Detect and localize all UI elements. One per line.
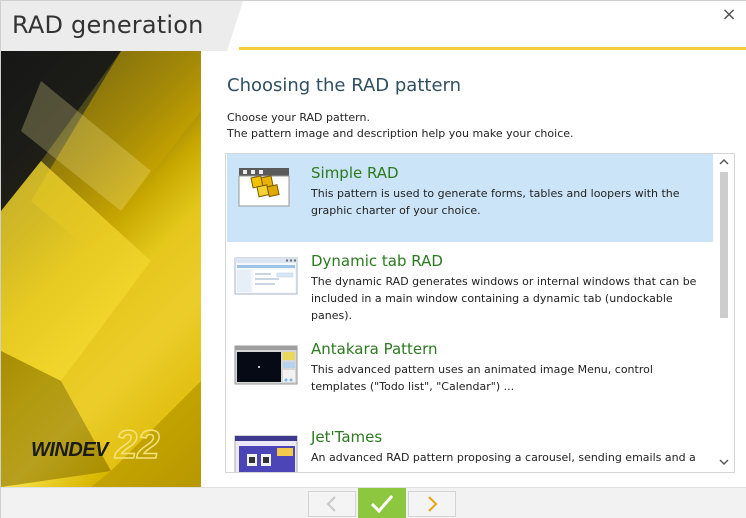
pattern-name: Jet'Tames [311, 428, 383, 446]
list-item-jettames[interactable]: Jet'Tames An advanced RAD pattern propos… [227, 418, 713, 472]
simple-rad-icon [238, 168, 290, 207]
next-button[interactable] [408, 491, 456, 517]
pattern-name: Antakara Pattern [311, 340, 438, 358]
pattern-name: Simple RAD [311, 164, 399, 182]
chevron-up-icon[interactable] [718, 156, 730, 168]
previous-button[interactable] [308, 491, 356, 517]
checkmark-icon [370, 495, 394, 514]
pattern-name: Dynamic tab RAD [311, 252, 443, 270]
title-accent-line [239, 47, 746, 50]
list-item-dynamic-tab-rad[interactable]: Dynamic tab RAD The dynamic RAD generate… [227, 242, 713, 330]
page-description-line2: The pattern image and description help y… [227, 127, 574, 140]
windev-banner: WINDEV 22 [1, 51, 201, 487]
pattern-list[interactable]: Simple RAD This pattern is used to gener… [225, 153, 735, 473]
validate-button[interactable] [358, 488, 406, 518]
list-scrollbar[interactable] [714, 154, 734, 472]
content-panel: Choosing the RAD pattern Choose your RAD… [201, 51, 746, 487]
list-item-antakara-pattern[interactable]: Antakara Pattern This advanced pattern u… [227, 330, 713, 418]
dynamic-tab-rad-icon [234, 257, 298, 295]
logo-version: 22 [114, 422, 160, 468]
pattern-description: This pattern is used to generate forms, … [311, 187, 680, 217]
window-title: RAD generation [12, 11, 204, 39]
scrollbar-thumb[interactable] [720, 172, 728, 318]
page-description-line1: Choose your RAD pattern. [227, 111, 370, 124]
title-bar: RAD generation × [1, 1, 746, 51]
pattern-description: The dynamic RAD generates windows or int… [311, 275, 697, 322]
chevron-left-icon [326, 496, 336, 512]
pattern-description: An advanced RAD pattern proposing a caro… [311, 451, 696, 464]
chevron-right-icon [428, 496, 438, 512]
page-title: Choosing the RAD pattern [227, 75, 462, 96]
list-item-simple-rad[interactable]: Simple RAD This pattern is used to gener… [227, 154, 713, 242]
jettames-icon [234, 435, 298, 472]
title-tab: RAD generation [1, 1, 243, 51]
logo-text: WINDEV [31, 439, 109, 461]
banner-artwork [1, 51, 201, 487]
chevron-down-icon[interactable] [718, 456, 730, 468]
wizard-footer [1, 487, 746, 518]
close-icon[interactable]: × [719, 5, 739, 25]
antakara-pattern-icon [234, 345, 298, 385]
rad-generation-window: RAD generation × WINDEV 22 Choosing the … [0, 0, 746, 518]
pattern-description: This advanced pattern uses an animated i… [311, 363, 653, 393]
